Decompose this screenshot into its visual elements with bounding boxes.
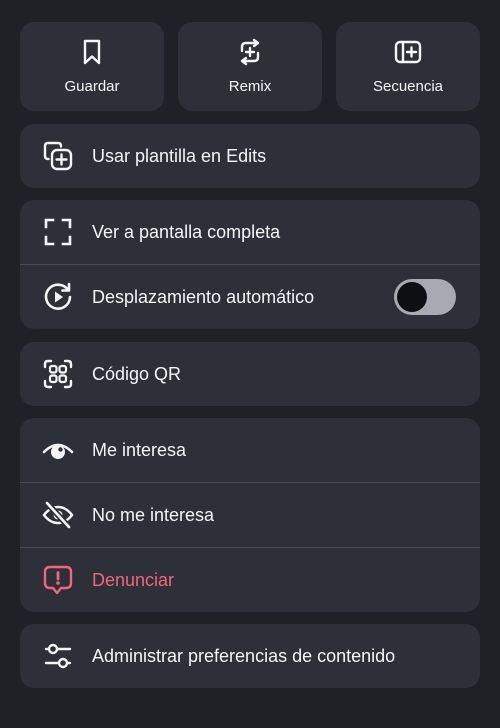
preferences-group: Administrar preferencias de contenido [20,624,480,688]
eye-off-icon [42,500,74,530]
manage-preferences-label: Administrar preferencias de contenido [92,645,396,666]
manage-content-preferences[interactable]: Administrar preferencias de contenido [20,624,480,688]
fullscreen-icon [44,218,72,246]
top-actions: Guardar Remix Secuencia [20,22,480,111]
remix-button-label: Remix [228,78,272,95]
qr-code-icon [43,359,73,389]
bookmark-icon [83,39,101,65]
autoscroll-option[interactable]: Desplazamiento automático [20,264,480,329]
report-option[interactable]: Denunciar [20,547,480,612]
save-button[interactable]: Guardar [20,22,164,111]
autoscroll-icon [44,282,72,310]
view-group: Ver a pantalla completa Desplazamiento a… [20,200,480,329]
qr-code-label: Código QR [92,363,182,384]
not-interested-label: No me interesa [92,504,215,525]
report-label: Denunciar [92,569,175,590]
not-interested-option[interactable]: No me interesa [20,482,480,547]
remix-icon [240,38,260,66]
eye-icon [42,443,74,459]
sequence-icon [394,40,422,64]
fullscreen-option[interactable]: Ver a pantalla completa [20,200,480,264]
edits-group: Usar plantilla en Edits [20,124,480,188]
report-icon [43,565,73,595]
sequence-button[interactable]: Secuencia [336,22,480,111]
save-button-label: Guardar [64,78,120,95]
use-template-in-edits[interactable]: Usar plantilla en Edits [20,124,480,188]
template-add-icon [43,141,73,171]
use-template-label: Usar plantilla en Edits [92,145,267,166]
qr-group: Código QR [20,342,480,406]
fullscreen-label: Ver a pantalla completa [92,221,281,242]
options-sheet: Guardar Remix Secuencia Usar plantilla e… [0,0,500,728]
interested-option[interactable]: Me interesa [20,418,480,482]
autoscroll-label: Desplazamiento automático [92,286,315,307]
autoscroll-toggle[interactable] [394,279,456,315]
remix-button[interactable]: Remix [178,22,322,111]
feedback-group: Me interesa No me interesa Denunciar [20,418,480,612]
toggle-knob [397,282,427,312]
interested-label: Me interesa [92,439,187,460]
qr-code-option[interactable]: Código QR [20,342,480,406]
sequence-button-label: Secuencia [372,78,444,95]
sliders-icon [44,643,72,669]
